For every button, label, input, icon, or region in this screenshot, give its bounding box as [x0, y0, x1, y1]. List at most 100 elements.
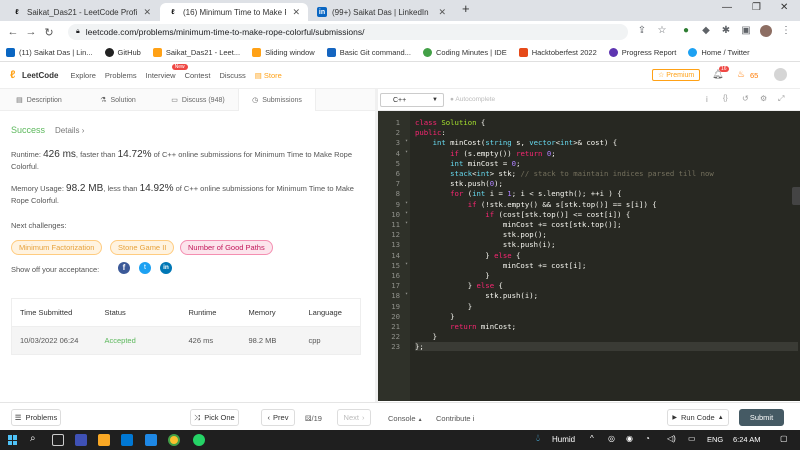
extension-icon[interactable]: ●: [680, 25, 692, 37]
tab-solution[interactable]: ⚗ Solution: [78, 89, 158, 111]
bookmark-item[interactable]: Hacktoberfest 2022: [518, 47, 597, 57]
prev-button[interactable]: ‹ Prev: [261, 409, 295, 426]
info-icon: i: [472, 414, 475, 423]
leetcode-logo-icon[interactable]: ℓ: [10, 69, 20, 81]
bookmark-item[interactable]: Sliding window: [252, 47, 315, 57]
code-braces-icon[interactable]: {}: [723, 95, 728, 102]
extension-icon[interactable]: ◆: [700, 25, 712, 37]
table-header-row: Time Submitted Status Runtime Memory Lan…: [11, 298, 361, 327]
details-link[interactable]: Details ›: [55, 126, 84, 135]
tray-app-icon[interactable]: ◎: [608, 434, 615, 443]
page-indicator: ⚄/19: [305, 414, 322, 423]
task-view-icon[interactable]: [52, 434, 64, 446]
fold-arrow-icon[interactable]: ▾: [402, 220, 408, 226]
bookmark-item[interactable]: (11) Saikat Das | Lin...: [6, 47, 93, 57]
browser-tab-2[interactable]: ℓ (16) Minimum Time to Make Rope ✕: [160, 3, 308, 21]
language-indicator[interactable]: ENG: [707, 435, 723, 444]
console-button[interactable]: Console ▲: [388, 414, 423, 423]
tab-description[interactable]: ▤ Description: [0, 89, 78, 111]
fold-arrow-icon[interactable]: ▾: [402, 200, 408, 206]
url-input[interactable]: 🔒︎ leetcode.com/problems/minimum-time-to…: [68, 24, 628, 40]
bookmark-item[interactable]: Basic Git command...: [326, 47, 411, 57]
extensions-puzzle-icon[interactable]: ✱: [720, 25, 732, 37]
problems-button[interactable]: ☰ Problems: [11, 409, 61, 426]
tab-discuss[interactable]: ▭ Discuss (948): [158, 89, 238, 111]
sidebar-icon[interactable]: ▣: [740, 25, 752, 37]
new-tab-button[interactable]: +: [462, 1, 470, 16]
avatar[interactable]: [760, 25, 772, 37]
browser-tab-1[interactable]: ℓ Saikat_Das21 - LeetCode Profile ✕: [4, 3, 159, 21]
weather-text[interactable]: Humid: [552, 435, 575, 444]
share-label: Show off your acceptance:: [11, 265, 100, 274]
nav-explore[interactable]: Explore: [70, 71, 95, 80]
reload-icon[interactable]: ↻: [40, 26, 58, 39]
share-icon[interactable]: ⇪: [636, 25, 648, 37]
premium-button[interactable]: ☆ Premium: [652, 69, 701, 81]
search-icon[interactable]: ⌕: [30, 433, 36, 444]
pick-one-button[interactable]: ⤨ Pick One: [190, 409, 239, 426]
run-code-button[interactable]: ▶ Run Code ▲: [667, 409, 729, 426]
fold-arrow-icon[interactable]: ▾: [402, 138, 408, 144]
fold-arrow-icon[interactable]: ▾: [402, 291, 408, 297]
battery-icon[interactable]: ▭: [688, 434, 696, 443]
fold-arrow-icon[interactable]: ▾: [402, 210, 408, 216]
submit-button[interactable]: Submit: [739, 409, 784, 426]
settings-gear-icon[interactable]: ⚙: [760, 94, 767, 103]
nav-interview[interactable]: Interview New: [146, 63, 188, 80]
bookmark-item[interactable]: Progress Report: [608, 47, 676, 57]
status-link[interactable]: Accepted: [99, 327, 183, 355]
vscode-icon[interactable]: [145, 434, 157, 446]
forward-icon[interactable]: →: [22, 26, 40, 38]
teams-icon[interactable]: [75, 434, 87, 446]
language-select[interactable]: C++ ▼: [380, 93, 444, 107]
linkedin-icon[interactable]: in: [160, 262, 172, 274]
challenge-tag[interactable]: Minimum Factorization: [11, 240, 103, 255]
nav-discuss[interactable]: Discuss: [219, 71, 245, 80]
chrome-icon[interactable]: [168, 434, 180, 446]
bookmark-item[interactable]: Home / Twitter: [688, 47, 750, 57]
store-icon[interactable]: [121, 434, 133, 446]
volume-icon[interactable]: ◁): [667, 434, 676, 443]
clock-time[interactable]: 6:24 AM: [733, 435, 761, 444]
leetcode-logo[interactable]: LeetCode: [22, 71, 58, 80]
twitter-icon[interactable]: t: [139, 262, 151, 274]
nav-store[interactable]: ▤ Store: [255, 71, 282, 80]
reset-icon[interactable]: ↺: [742, 94, 749, 103]
close-icon[interactable]: ✕: [143, 7, 151, 18]
windows-start-icon[interactable]: [8, 435, 18, 445]
bookmark-item[interactable]: GitHub: [104, 47, 141, 57]
back-icon[interactable]: ←: [4, 26, 22, 38]
avatar[interactable]: [774, 68, 787, 81]
mic-icon[interactable]: ◉: [626, 434, 633, 443]
menu-icon[interactable]: ⋮: [780, 25, 792, 37]
side-panel-handle[interactable]: [792, 187, 800, 205]
code-editor[interactable]: 1 2 3 ▾ 4 ▾ 5 6 7 8 9 ▾ 10 ▾ 11 ▾ 12 13 14 15 ▾ 16 17 18 ▾ 19 20 21…: [378, 111, 800, 401]
window-close-button[interactable]: ✕: [780, 2, 788, 13]
bookmark-star-icon[interactable]: ☆: [656, 25, 668, 37]
maximize-button[interactable]: ❐: [752, 2, 761, 13]
whatsapp-icon[interactable]: [193, 434, 205, 446]
next-button[interactable]: Next ›: [337, 409, 371, 426]
notification-icon[interactable]: ▢: [780, 434, 788, 443]
tab-submissions[interactable]: ◷ Submissions: [238, 89, 316, 111]
network-icon[interactable]: ◔: [645, 434, 650, 443]
file-explorer-icon[interactable]: [98, 434, 110, 446]
challenge-tag[interactable]: Stone Game II: [110, 240, 175, 255]
nav-problems[interactable]: Problems: [105, 71, 137, 80]
autocomplete-toggle[interactable]: ● Autocomplete: [450, 96, 495, 103]
close-icon[interactable]: ✕: [292, 7, 300, 18]
browser-tab-3[interactable]: in (99+) Saikat Das | LinkedIn ✕: [309, 3, 454, 21]
fullscreen-icon[interactable]: ⤢: [778, 94, 784, 104]
contribute-button[interactable]: Contribute i: [436, 414, 474, 423]
fold-arrow-icon[interactable]: ▾: [402, 149, 408, 155]
facebook-icon[interactable]: f: [118, 262, 130, 274]
nav-contest[interactable]: Contest: [185, 71, 211, 80]
bookmark-item[interactable]: Saikat_Das21 - Leet...: [152, 47, 240, 57]
info-icon[interactable]: i: [706, 95, 708, 104]
tray-chevron-icon[interactable]: ^: [590, 434, 594, 443]
bookmark-item[interactable]: Coding Minutes | IDE: [422, 47, 507, 57]
fold-arrow-icon[interactable]: ▾: [402, 261, 408, 267]
challenge-tag[interactable]: Number of Good Paths: [180, 240, 273, 255]
minimize-button[interactable]: —: [722, 2, 732, 13]
close-icon[interactable]: ✕: [438, 7, 446, 18]
